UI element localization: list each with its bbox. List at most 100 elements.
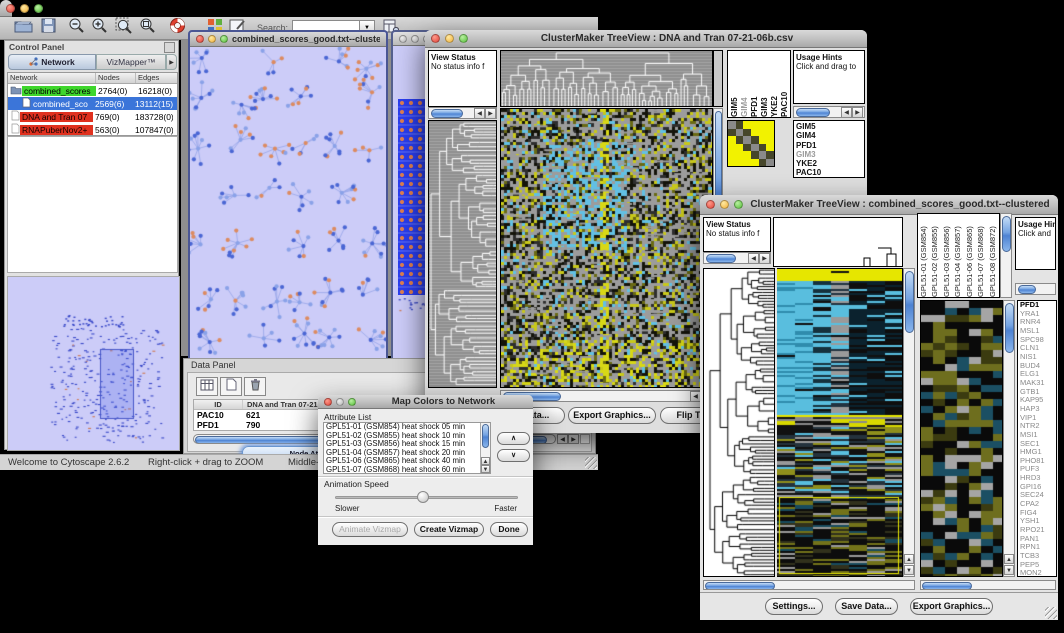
tv2-column-label[interactable]: GPL51-01 (GSM854)	[919, 214, 930, 297]
resize-grip[interactable]	[1045, 607, 1057, 619]
gene-label[interactable]: PUF3	[1020, 465, 1056, 474]
attr-column-header[interactable]: DNA and Tran 07-21-06	[243, 400, 328, 409]
tv2-hscrollbar[interactable]	[703, 580, 915, 590]
tv2-status-scrollbar[interactable]: ◀ ▶	[703, 252, 771, 264]
float-panel-icon[interactable]	[164, 42, 175, 53]
matrix-cell[interactable]	[759, 159, 767, 167]
matrix-cell[interactable]	[736, 121, 744, 129]
gene-label[interactable]: KAP95	[1020, 396, 1056, 405]
scrollbar-thumb[interactable]	[705, 582, 775, 590]
gene-label[interactable]: RNR4	[1020, 318, 1056, 327]
export-graphics-button[interactable]: Export Graphics...	[910, 598, 993, 615]
tv1-column-label[interactable]: GIM3	[760, 51, 770, 117]
matrix-cell[interactable]	[751, 159, 759, 167]
speed-slider-thumb[interactable]	[417, 491, 429, 503]
gene-label[interactable]: RPN1	[1020, 543, 1056, 552]
scrollbar-thumb[interactable]	[431, 109, 463, 118]
tv2-column-label[interactable]: GPL51-04 (GSM857)	[953, 214, 964, 297]
gene-label[interactable]: HMG1	[1020, 448, 1056, 457]
help-lifesaver-icon[interactable]	[169, 17, 186, 39]
tv2-titlebar[interactable]: ClusterMaker TreeView : combined_scores_…	[700, 195, 1058, 215]
matrix-cell[interactable]	[728, 136, 736, 144]
gene-label[interactable]: RPO21	[1020, 526, 1056, 535]
scrollbar-thumb[interactable]	[796, 108, 830, 117]
matrix-cell[interactable]	[743, 121, 751, 129]
network-row[interactable]: RNAPuberNov2+ 563(0) 107847(0)	[8, 123, 177, 136]
matrix-cell[interactable]	[751, 129, 759, 137]
move-up-button[interactable]: ∧	[497, 432, 530, 445]
minimize-icon[interactable]	[411, 35, 419, 43]
gene-label[interactable]: GTB1	[1020, 388, 1056, 397]
zoom-window-icon[interactable]	[734, 200, 743, 209]
col-header-nodes[interactable]: Nodes	[96, 73, 136, 83]
gene-label[interactable]: TCB3	[1020, 552, 1056, 561]
tv2-column-label[interactable]: GPL51-06 (GSM865)	[965, 214, 976, 297]
scroll-right-icon[interactable]: ▶	[485, 108, 496, 119]
save-icon[interactable]	[41, 18, 56, 38]
tv2-column-dendrogram[interactable]	[773, 217, 903, 267]
tv1-row-label[interactable]: GIM4	[796, 131, 864, 140]
tv2-column-label[interactable]: GPL51-07 (GSM868)	[976, 214, 987, 297]
scrollbar-thumb[interactable]	[905, 271, 914, 333]
gene-label[interactable]: MSI1	[1020, 431, 1056, 440]
tv2-row-dendrogram[interactable]	[703, 268, 775, 577]
close-icon[interactable]	[399, 35, 407, 43]
gene-label[interactable]: CLN1	[1020, 344, 1056, 353]
gene-label[interactable]: HRD3	[1020, 474, 1056, 483]
zoom-out-icon[interactable]	[68, 17, 85, 39]
minimize-icon[interactable]	[20, 4, 29, 13]
matrix-cell[interactable]	[766, 144, 774, 152]
gene-label[interactable]: CPA2	[1020, 500, 1056, 509]
tab-overflow-arrow-icon[interactable]: ▶	[166, 54, 177, 70]
gene-label[interactable]: SEC1	[1020, 440, 1056, 449]
scroll-down-icon[interactable]: ▼	[481, 465, 490, 473]
tv1-row-label[interactable]: GIM3	[796, 150, 864, 159]
matrix-cell[interactable]	[728, 159, 736, 167]
matrix-cell[interactable]	[736, 144, 744, 152]
gene-label[interactable]: NTR2	[1020, 422, 1056, 431]
scroll-left-icon[interactable]: ◀	[557, 434, 568, 444]
gene-label[interactable]: HAP3	[1020, 405, 1056, 414]
tv2-column-label[interactable]: GPL51-03 (GSM856)	[942, 214, 953, 297]
zoom-fit-icon[interactable]	[139, 17, 156, 39]
zoom-in-icon[interactable]	[91, 17, 108, 39]
tv2-detail-hscrollbar[interactable]	[920, 580, 1056, 590]
id-column-header[interactable]: ID	[194, 400, 243, 409]
tv1-row-label[interactable]: PAC10	[796, 168, 864, 177]
tv1-row-label[interactable]: PFD1	[796, 141, 864, 150]
tv1-detail-scrollbar[interactable]: ◀ ▶	[793, 106, 865, 118]
close-icon[interactable]	[431, 34, 440, 43]
move-down-button[interactable]: ∨	[497, 449, 530, 462]
tv1-column-dendrogram[interactable]	[500, 50, 713, 107]
tv1-detail-matrix[interactable]	[727, 120, 775, 167]
gene-label[interactable]: MAK31	[1020, 379, 1056, 388]
matrix-cell[interactable]	[728, 129, 736, 137]
zoom-window-icon[interactable]	[220, 35, 228, 43]
matrix-cell[interactable]	[766, 129, 774, 137]
matrix-cell[interactable]	[728, 144, 736, 152]
matrix-cell[interactable]	[743, 136, 751, 144]
tv1-column-label[interactable]: PAC10	[780, 51, 790, 117]
network-row-selected[interactable]: combined_sco 2569(6) 13112(15)	[8, 97, 177, 110]
gene-label[interactable]: FIG4	[1020, 509, 1056, 518]
matrix-cell[interactable]	[736, 159, 744, 167]
tv2-hints-scrollbar[interactable]	[1015, 283, 1056, 295]
scroll-down-icon[interactable]: ▼	[1004, 565, 1014, 575]
matrix-cell[interactable]	[759, 129, 767, 137]
network-row[interactable]: combined_scores 2764(0) 16218(0)	[8, 84, 177, 97]
tv2-detail-vscrollbar[interactable]: ▲ ▼	[1003, 300, 1015, 577]
minimize-icon[interactable]	[445, 34, 454, 43]
matrix-cell[interactable]	[736, 136, 744, 144]
tv2-column-label[interactable]: GPL51-08 (GSM872)	[988, 214, 999, 297]
matrix-cell[interactable]	[759, 144, 767, 152]
scroll-right-icon[interactable]: ▶	[568, 434, 579, 444]
close-icon[interactable]	[196, 35, 204, 43]
close-icon[interactable]	[706, 200, 715, 209]
tv1-column-label[interactable]: PFD1	[750, 51, 760, 117]
minimize-icon[interactable]	[336, 398, 344, 406]
col-header-edges[interactable]: Edges	[136, 73, 176, 83]
matrix-cell[interactable]	[728, 121, 736, 129]
main-titlebar[interactable]: Cytoscape Desktop (Session Name: collins…	[0, 0, 12, 17]
tv2-collabel-scrollbar[interactable]	[1000, 213, 1012, 298]
gene-label[interactable]: PHO81	[1020, 457, 1056, 466]
